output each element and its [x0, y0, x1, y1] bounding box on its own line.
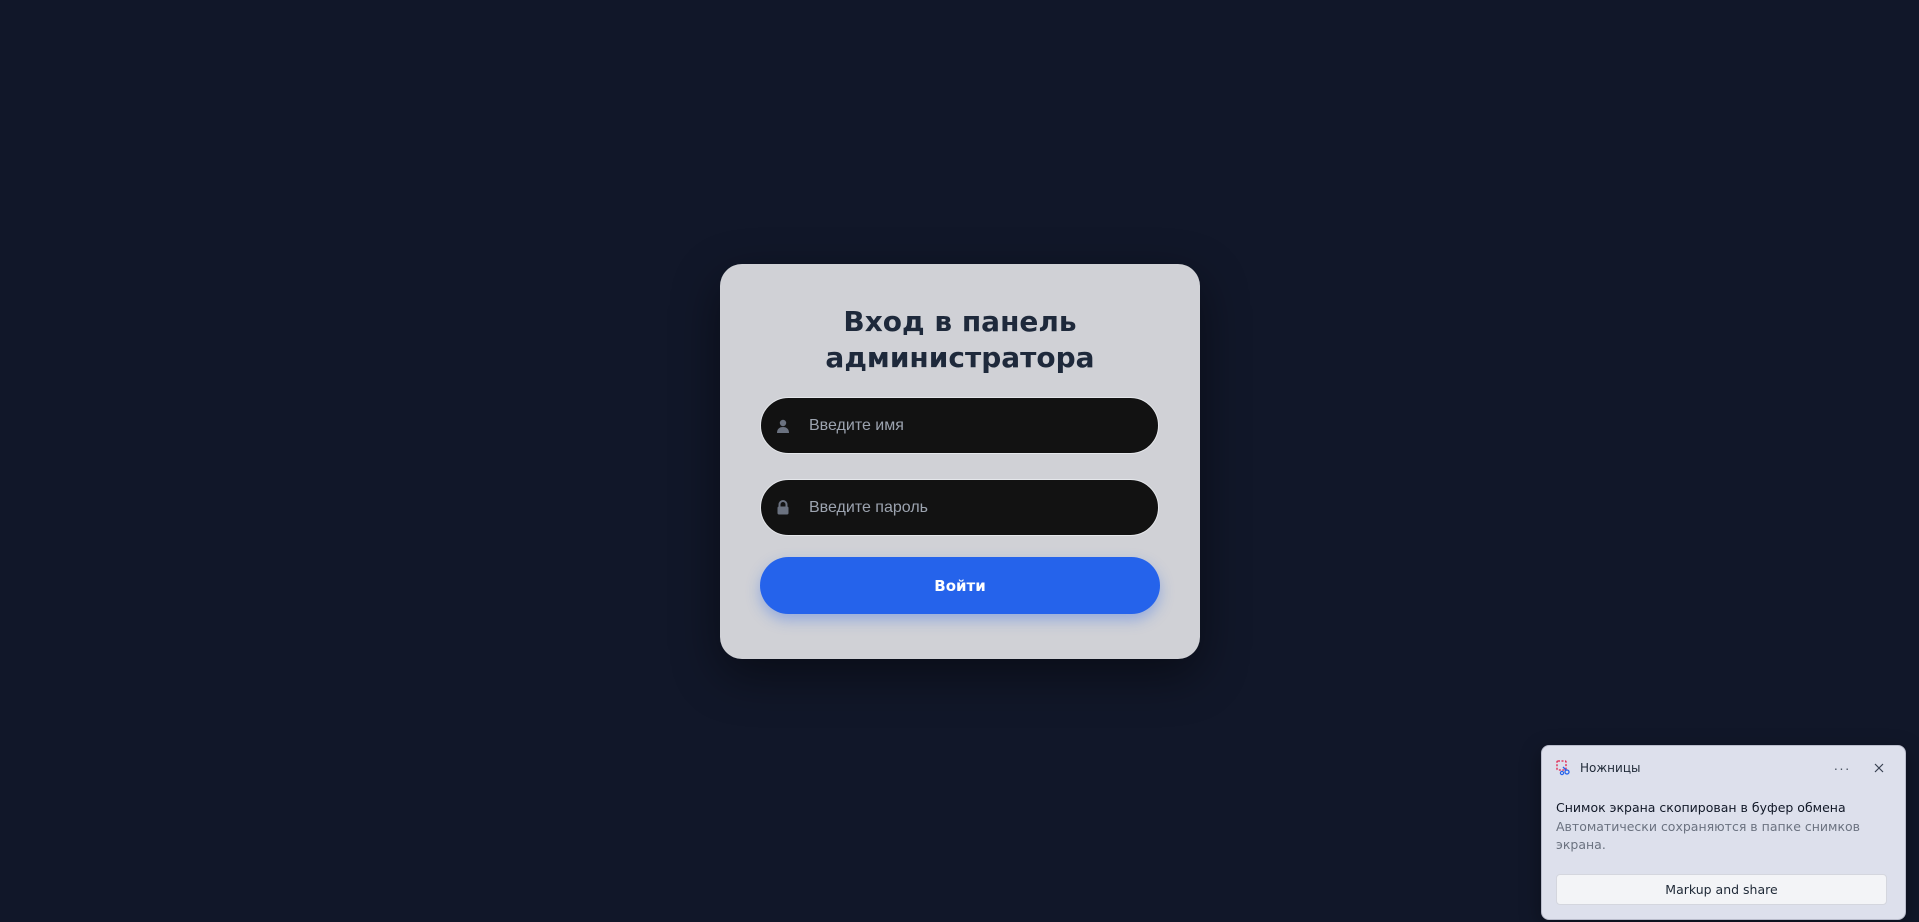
- lock-icon: [773, 498, 793, 518]
- more-options-button[interactable]: ···: [1827, 756, 1857, 780]
- login-button[interactable]: Войти: [760, 557, 1160, 614]
- toast-body: Автоматически сохраняются в папке снимко…: [1556, 819, 1861, 852]
- login-title: Вход в панель администратора: [825, 305, 1095, 374]
- notification-toast: Ножницы ··· Снимок экрана скопирован в б…: [1541, 745, 1906, 920]
- toast-header: Ножницы ···: [1556, 746, 1891, 790]
- snipping-tool-icon: [1556, 760, 1572, 776]
- username-field-wrapper: [760, 397, 1159, 454]
- close-icon: [1874, 763, 1884, 773]
- toast-app-name: Ножницы: [1580, 761, 1641, 775]
- close-button[interactable]: [1867, 756, 1891, 780]
- markup-and-share-button[interactable]: Markup and share: [1556, 874, 1887, 905]
- page: Вход в панель администратора Войти: [0, 0, 1919, 922]
- user-icon: [773, 416, 793, 436]
- toast-actions: ···: [1827, 756, 1891, 780]
- login-card: Вход в панель администратора Войти: [720, 264, 1200, 659]
- password-input[interactable]: [761, 480, 1158, 535]
- toast-title: Снимок экрана скопирован в буфер обмена: [1556, 800, 1846, 815]
- username-input[interactable]: [761, 398, 1158, 453]
- password-field-wrapper: [760, 479, 1159, 536]
